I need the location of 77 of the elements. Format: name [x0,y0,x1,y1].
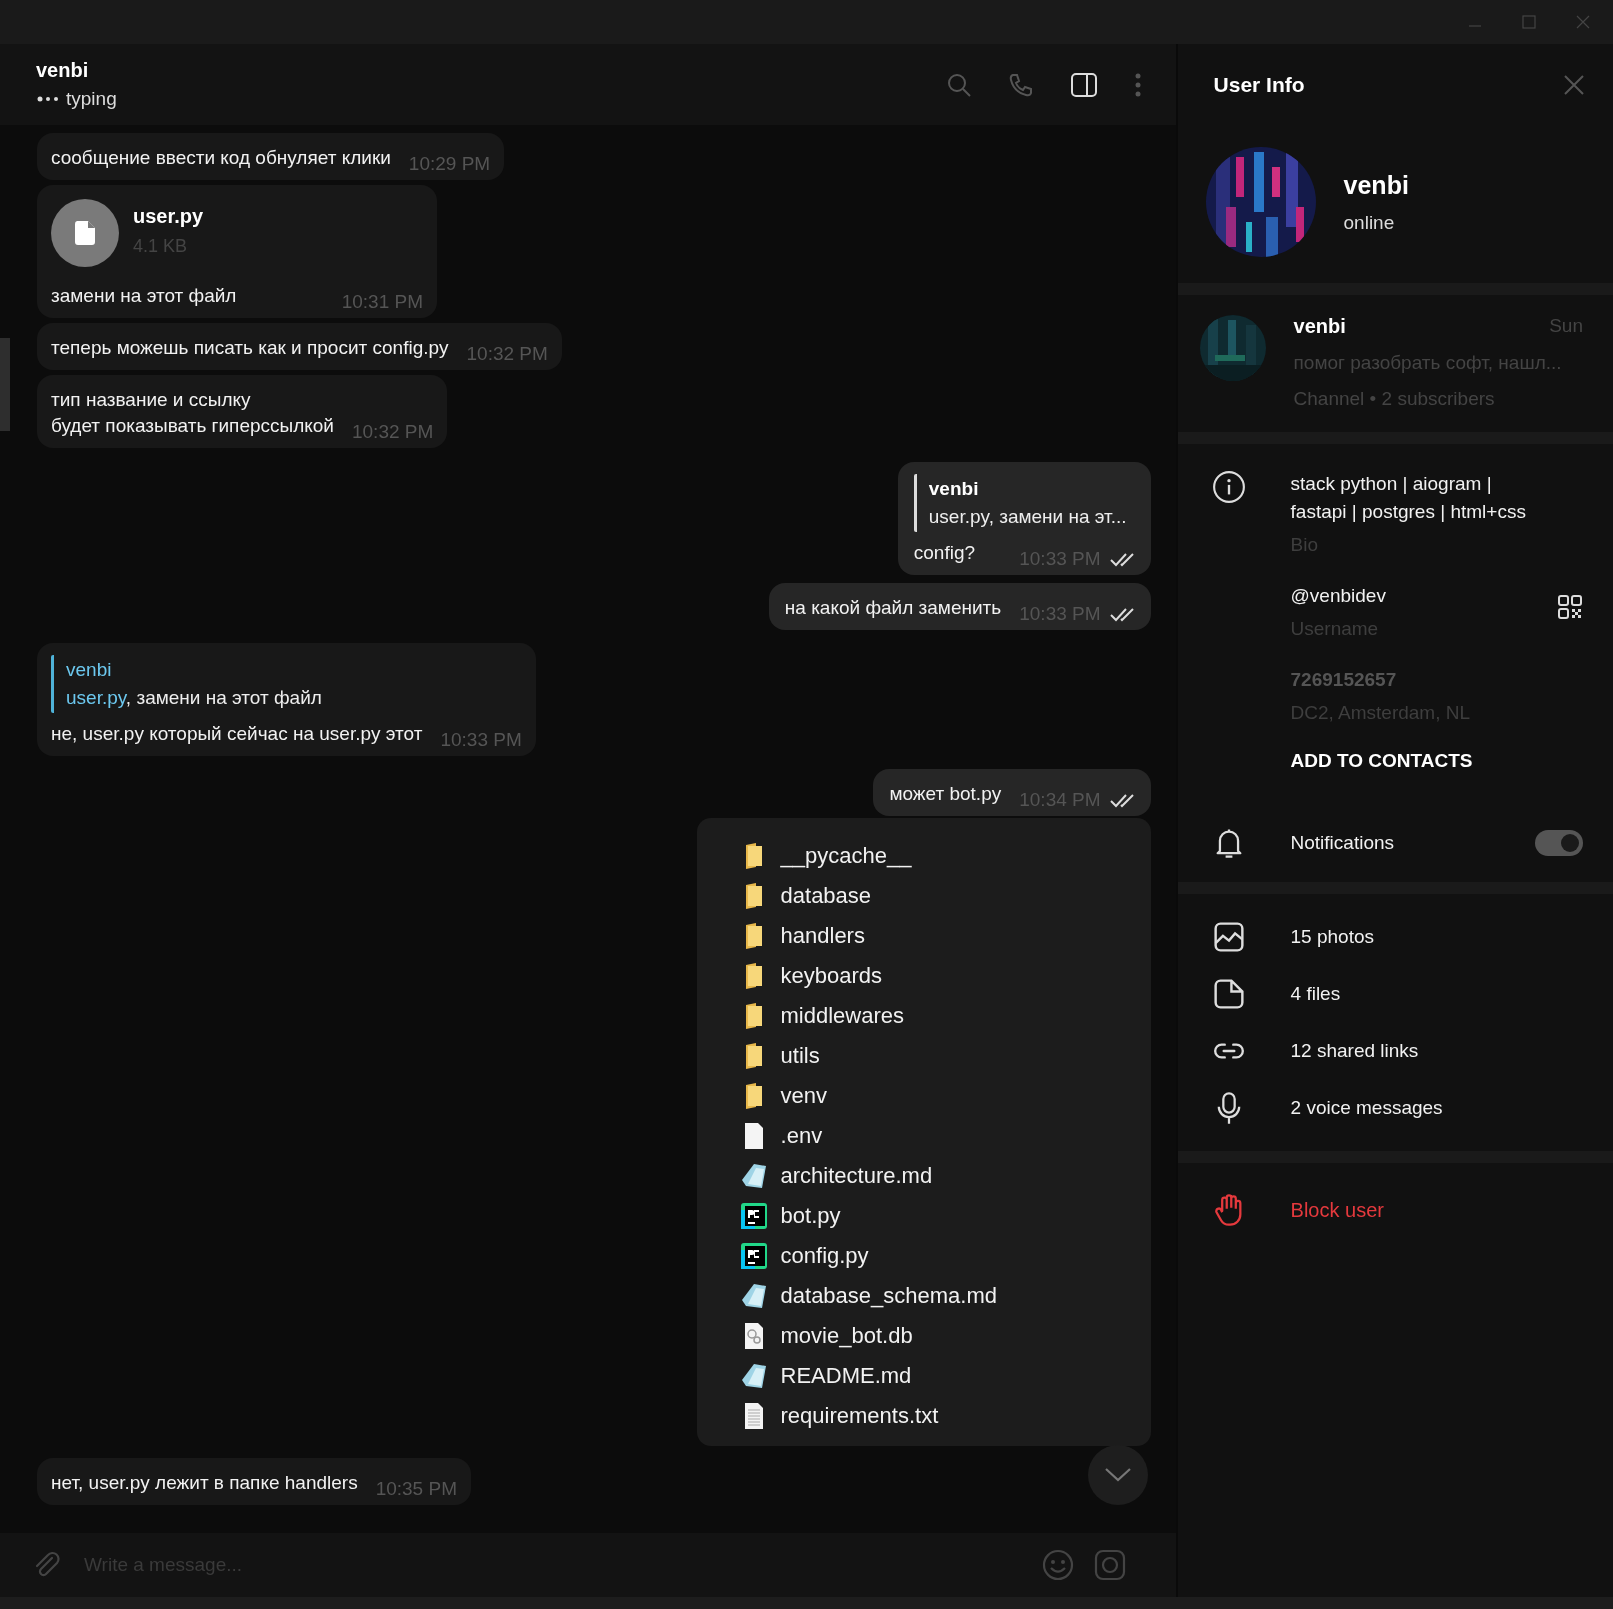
file-entry-name: middlewares [780,1003,905,1029]
pycharm-icon [738,1242,769,1270]
user-status: online [1343,211,1396,234]
sidebar-toggle-icon[interactable] [1069,71,1098,98]
search-icon[interactable] [945,71,972,98]
file-entry-name: database_schema.md [780,1283,997,1309]
file-entry-name: __pycache__ [780,843,912,869]
double-check-icon [1108,551,1137,567]
message-text: сообщение ввести код обнуляет клики [51,146,391,170]
qr-code-icon[interactable] [1557,594,1583,620]
chat-status: typing [66,88,117,110]
file-entry-name: handlers [780,923,865,949]
user-id: 7269152657 [1290,668,1398,692]
quote-author: venbi [928,478,980,500]
message-time: 10:33 PM [440,729,522,751]
add-to-contacts-button[interactable]: ADD TO CONTACTS [1290,750,1473,772]
message-text: замени на этот файл [51,284,237,308]
screenshot-image[interactable]: __pycache__ database handlers keyboards middlewares utils venv .env architecture.md bot.py config.py database_schema.md movie_bot.db README.md requirements.txt [696,818,1151,1446]
channel-name: venbi [1293,315,1346,338]
user-name: venbi [1343,170,1409,200]
video-message-icon[interactable] [1093,1549,1126,1581]
notifications-toggle[interactable] [1535,830,1583,856]
reply-quote[interactable]: venbi user.py, замени на эт... [913,474,1137,532]
more-icon[interactable] [1133,71,1142,98]
message-time: 10:35 PM [375,1478,457,1500]
file-entry-name: .env [780,1123,823,1149]
reply-quote[interactable]: venbi user.py, замени на этот файл [51,655,522,713]
panel-title: User Info [1213,72,1305,97]
file-entry-name: architecture.md [780,1163,933,1189]
close-icon[interactable] [1575,14,1591,30]
message-text: на какой файл заменить [784,596,1002,620]
file-entry-name: database [780,883,872,909]
scrollbar[interactable] [0,338,10,431]
username[interactable]: @venbidev [1290,582,1557,610]
file-entry-name: bot.py [780,1203,841,1229]
image-icon [1211,920,1246,954]
message-text: тип название и ссылку будет показывать гиперссылкой [51,388,334,438]
message-time: 10:29 PM [408,153,491,175]
file-icon [1211,977,1246,1011]
file-entry-name: keyboards [780,963,883,989]
message-text: может bot.py [889,782,1002,806]
file-entry-name: movie_bot.db [780,1323,913,1349]
bio-text: stack python | aiogram | fastapi | postgres | html+css [1290,472,1527,524]
message-time: 10:32 PM [351,421,434,443]
quote-text: user.py, замени на этот файл [66,687,323,709]
message-text: нет, user.py лежит в папке handlers [51,1471,358,1495]
media-item[interactable]: 12 shared links [1177,1034,1613,1068]
phone-icon[interactable] [1007,71,1034,98]
maximize-icon[interactable] [1521,14,1537,30]
file-name[interactable]: user.py [133,205,204,228]
message-text: теперь можешь писать как и просит config.py [51,336,449,360]
quote-author: venbi [66,659,113,681]
typing-dots-icon [36,95,60,103]
message-time: 10:32 PM [466,343,548,365]
message-text: не, user.py который сейчас на user.py этот [51,722,423,746]
double-check-icon [1108,792,1137,808]
media-item[interactable]: 4 files [1177,977,1613,1011]
file-icon[interactable] [51,199,119,267]
file-entry-name: README.md [780,1363,912,1389]
double-check-icon [1108,606,1137,622]
file-entry-name: config.py [780,1243,869,1269]
message-time: 10:31 PM [341,291,423,313]
file-entry-name: requirements.txt [780,1403,939,1429]
media-item[interactable]: 15 photos [1177,920,1613,954]
pycharm-icon [738,1202,769,1230]
message-text: config? [913,541,976,565]
file-entry-name: venv [780,1083,828,1109]
close-icon[interactable] [1563,73,1585,96]
info-icon [1211,470,1246,504]
media-item[interactable]: 2 voice messages [1177,1091,1613,1125]
emoji-icon[interactable] [1041,1549,1074,1581]
chevron-down-icon [1103,1467,1132,1483]
chat-title[interactable]: venbi [36,59,117,82]
block-user-button[interactable]: Block user [1177,1163,1613,1257]
quote-text: user.py, замени на эт... [928,506,1127,528]
notifications-label: Notifications [1290,832,1396,854]
file-entry-name: utils [780,1043,820,1069]
